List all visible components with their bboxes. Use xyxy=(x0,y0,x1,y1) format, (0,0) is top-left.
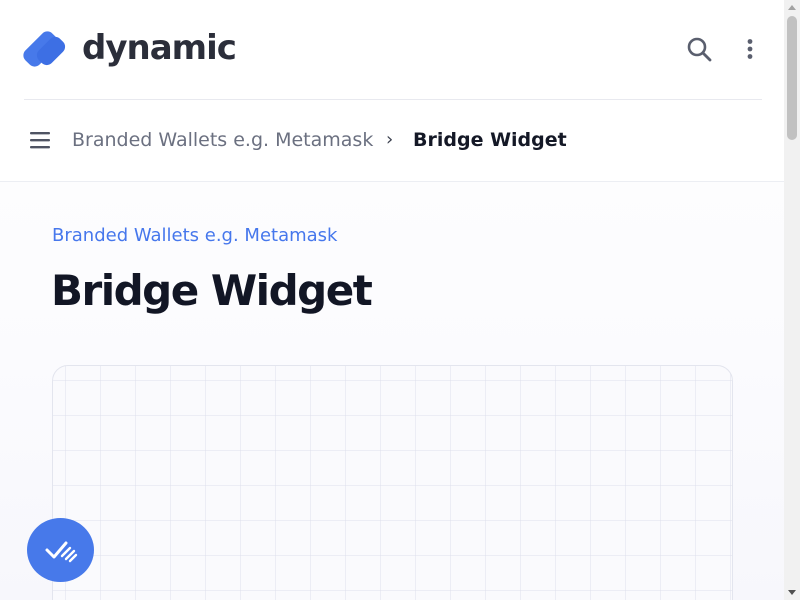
scroll-thumb[interactable] xyxy=(787,16,797,140)
checklist-icon xyxy=(45,541,77,563)
breadcrumb-parent-link[interactable]: Branded Wallets e.g. Metamask xyxy=(72,127,373,153)
brand-logo-link[interactable]: dynamic xyxy=(22,26,237,74)
scroll-up-arrow-icon[interactable] xyxy=(788,5,796,10)
search-icon xyxy=(687,37,712,62)
page: dynamic Branded Wallets e.g. Metamask › … xyxy=(0,0,800,600)
more-vertical-icon xyxy=(747,39,753,59)
section-eyebrow: Branded Wallets e.g. Metamask xyxy=(52,225,338,246)
dynamic-logo-icon xyxy=(23,31,66,67)
hamburger-menu-icon xyxy=(30,132,50,149)
breadcrumb-chevron-icon: › xyxy=(386,129,394,150)
top-header: dynamic xyxy=(0,0,784,100)
widget-preview-card xyxy=(52,365,733,600)
sidebar-menu-button[interactable] xyxy=(28,128,52,152)
page-title: Bridge Widget xyxy=(51,266,373,315)
vertical-scrollbar[interactable] xyxy=(784,0,800,600)
scroll-down-arrow-icon[interactable] xyxy=(788,590,796,595)
breadcrumb: Branded Wallets e.g. Metamask › Bridge W… xyxy=(0,100,784,182)
breadcrumb-current: Bridge Widget xyxy=(413,129,567,151)
checklist-fab-button[interactable] xyxy=(27,518,94,582)
search-button[interactable] xyxy=(684,34,714,64)
more-options-button[interactable] xyxy=(738,34,762,64)
brand-name: dynamic xyxy=(82,28,237,68)
